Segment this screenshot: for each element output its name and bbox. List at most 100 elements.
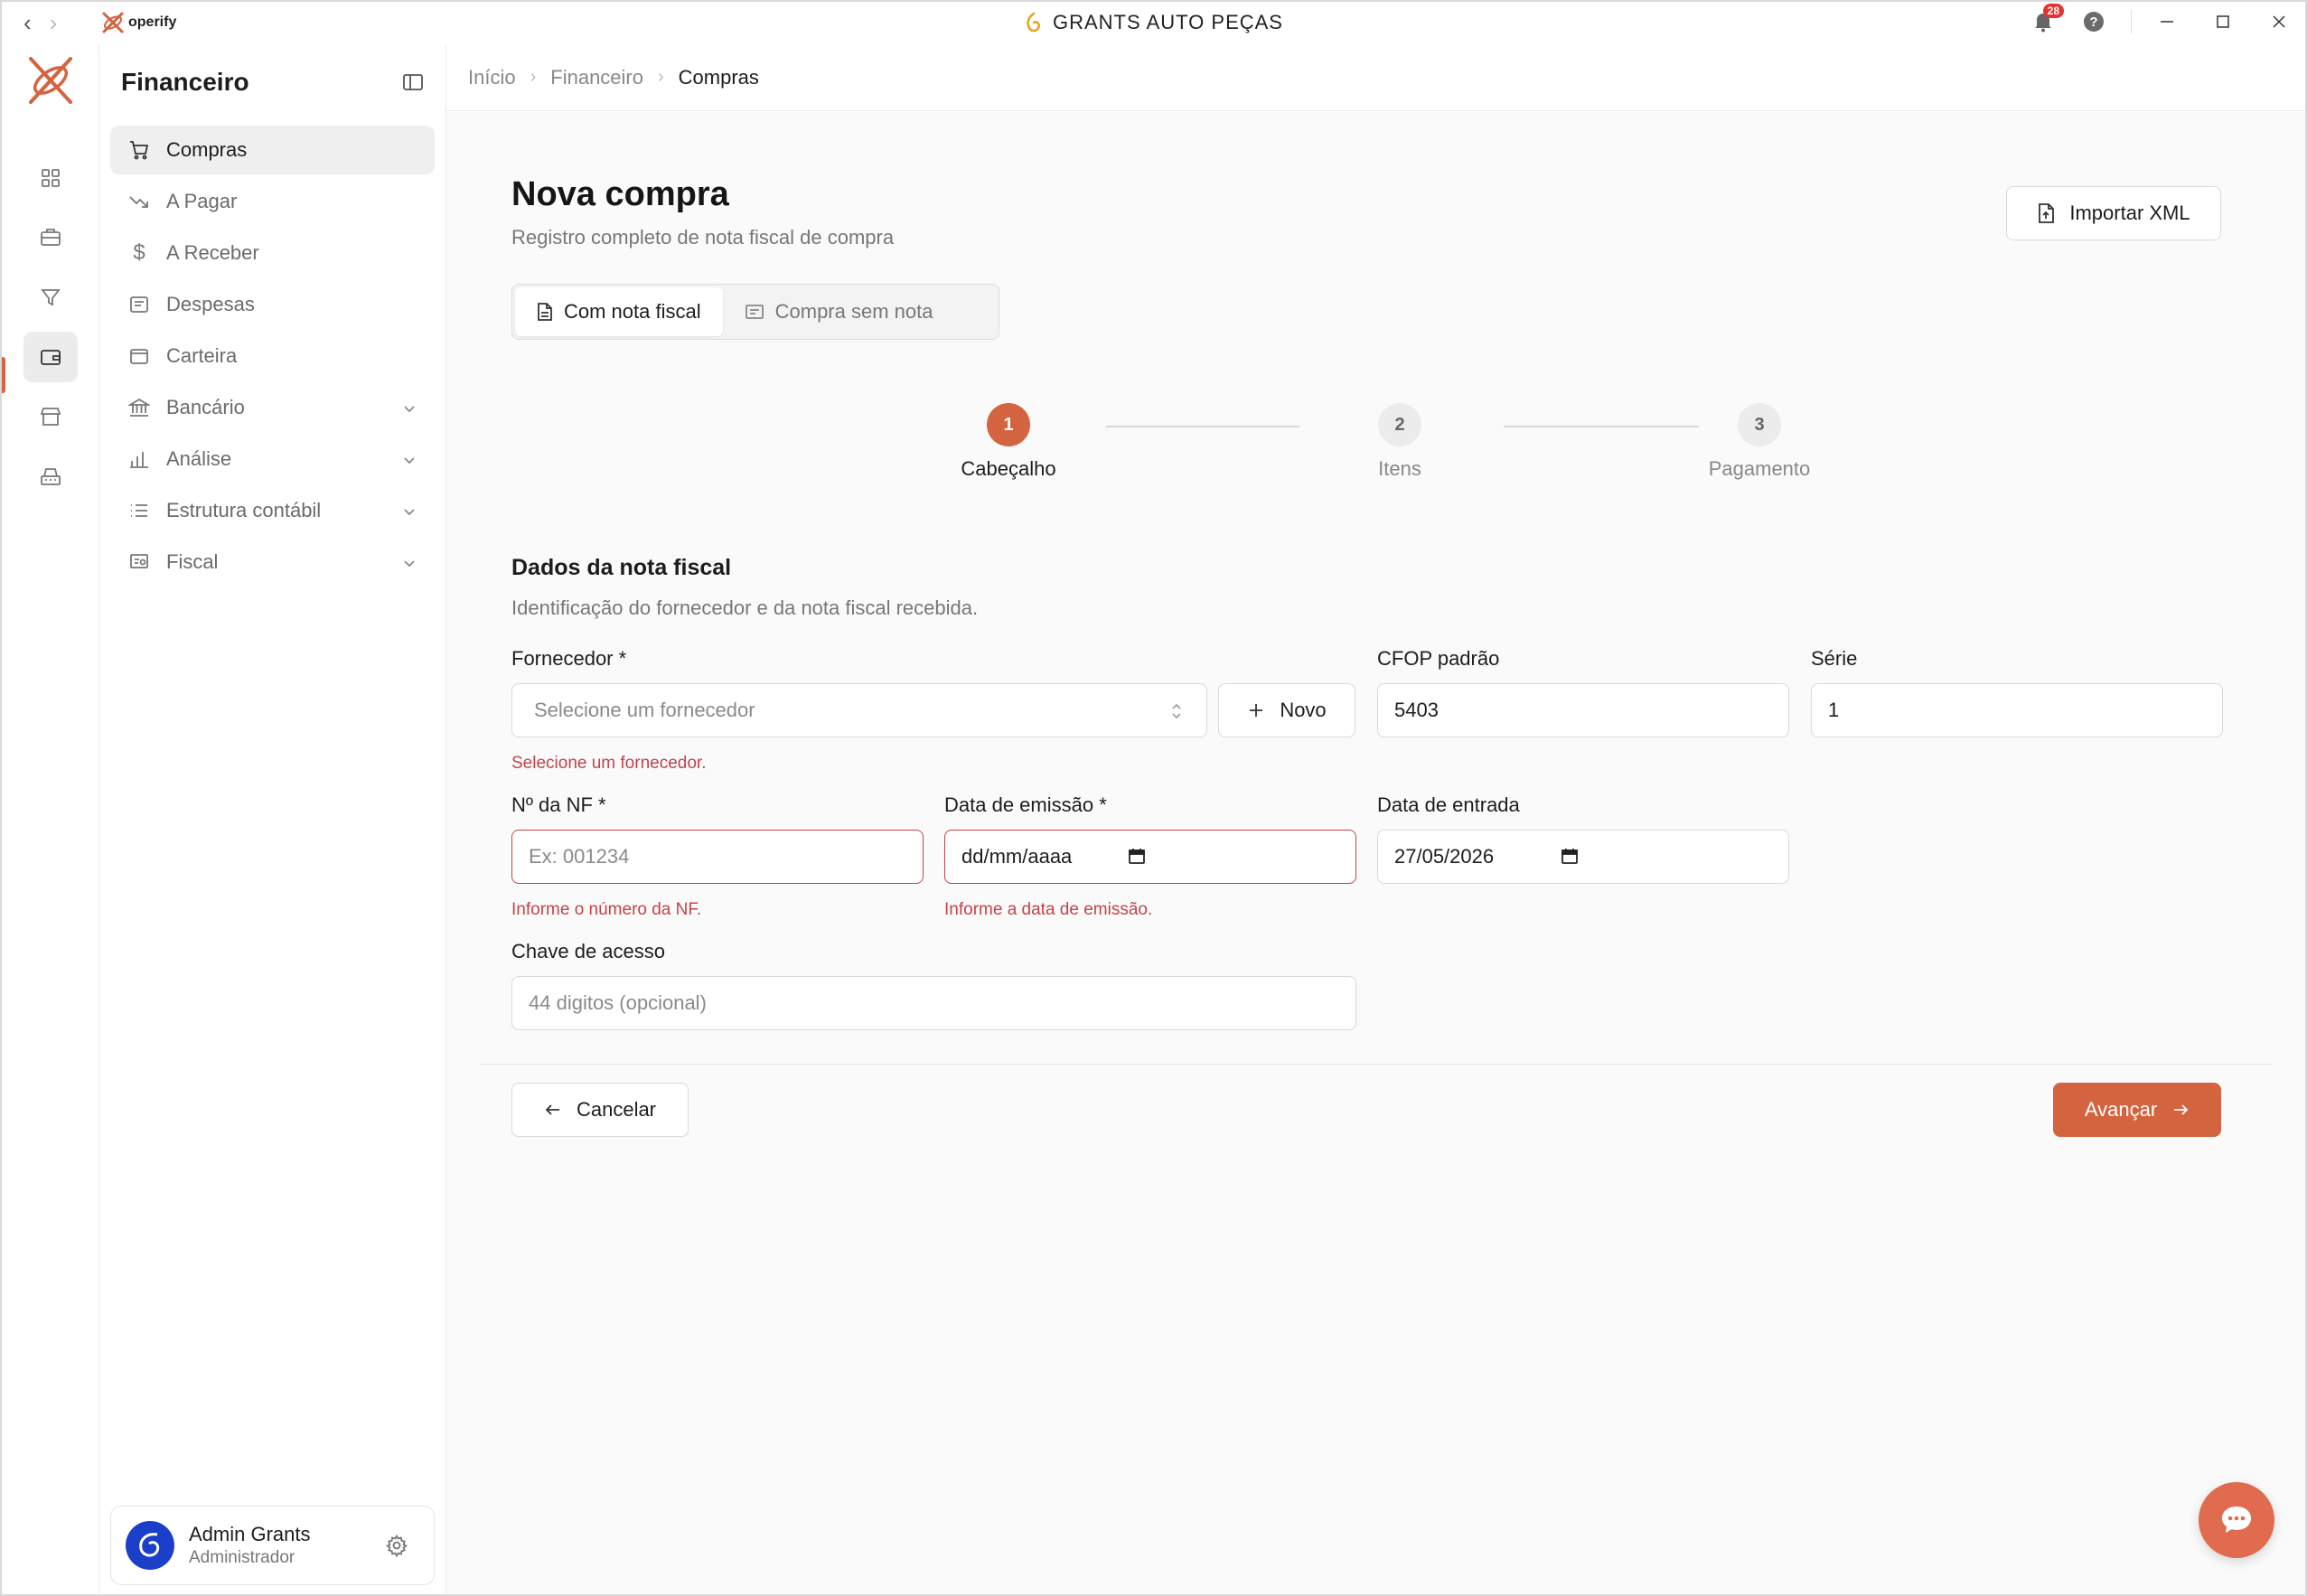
rail-logo[interactable] bbox=[25, 53, 76, 112]
step-label: Pagamento bbox=[1708, 457, 1811, 480]
rail-inventory[interactable] bbox=[23, 211, 78, 262]
nf-number-label: Nº da NF * bbox=[511, 793, 606, 816]
calendar-icon[interactable] bbox=[1561, 847, 1579, 870]
nf-number-input[interactable]: Ex: 001234 bbox=[511, 830, 924, 884]
access-key-placeholder: 44 digitos (opcional) bbox=[529, 991, 707, 1014]
user-info: Admin Grants Administrador bbox=[189, 1523, 311, 1568]
sidebar-item-label: Carteira bbox=[166, 344, 238, 367]
help-icon[interactable]: ? bbox=[2084, 12, 2104, 32]
close-icon[interactable] bbox=[2271, 14, 2287, 30]
step-number: 2 bbox=[1378, 403, 1421, 446]
sidebar-item-despesas[interactable]: Despesas bbox=[110, 280, 435, 329]
issue-date-label: Data de emissão * bbox=[944, 793, 1107, 816]
cfop-label: CFOP padrão bbox=[1377, 647, 1500, 670]
serie-input[interactable]: 1 bbox=[1811, 683, 2223, 737]
chevron-down-icon bbox=[402, 552, 417, 576]
sidebar-item-compras[interactable]: Compras bbox=[110, 126, 435, 174]
sidebar-toggle-icon[interactable] bbox=[402, 72, 424, 92]
filter-icon bbox=[41, 289, 61, 306]
chevron-right-icon: › bbox=[530, 67, 537, 87]
user-card[interactable]: Admin Grants Administrador bbox=[110, 1506, 435, 1585]
sidebar-item-label: Bancário bbox=[166, 396, 245, 418]
chat-button[interactable] bbox=[2199, 1482, 2274, 1558]
company-logo-icon bbox=[1027, 12, 1040, 33]
tab-label: Compra sem nota bbox=[774, 300, 933, 323]
chat-bubble-icon bbox=[2222, 1507, 2251, 1533]
receipt-icon bbox=[128, 294, 150, 315]
breadcrumb-inicio[interactable]: Início bbox=[468, 66, 516, 89]
step-pagamento[interactable]: 3 Pagamento bbox=[1701, 403, 1818, 481]
breadcrumb: Início › Financeiro › Compras bbox=[446, 44, 2305, 111]
sidebar-item-carteira[interactable]: Carteira bbox=[110, 332, 435, 380]
sidebar-item-a-pagar[interactable]: A Pagar bbox=[110, 177, 435, 226]
avatar-logo-icon bbox=[139, 1533, 160, 1557]
tab-compra-sem-nota[interactable]: Compra sem nota bbox=[723, 287, 955, 336]
sidebar-item-bancario[interactable]: Bancário bbox=[110, 383, 435, 432]
issue-date-input[interactable]: dd/mm/aaaa bbox=[944, 830, 1356, 884]
sidebar-header: Financeiro bbox=[121, 64, 424, 100]
import-xml-button[interactable]: Importar XML bbox=[2006, 186, 2221, 240]
supplier-error: Selecione um fornecedor. bbox=[511, 754, 707, 773]
sidebar-item-label: Análise bbox=[166, 447, 232, 470]
minimize-icon[interactable] bbox=[2159, 14, 2175, 30]
step-cabecalho[interactable]: 1 Cabeçalho bbox=[925, 403, 1092, 481]
serie-label: Série bbox=[1811, 647, 1858, 670]
cancel-label: Cancelar bbox=[576, 1098, 657, 1121]
sidebar-item-analise[interactable]: Análise bbox=[110, 435, 435, 483]
rail-dashboard[interactable] bbox=[23, 153, 78, 203]
sidebar-item-label: Estrutura contábil bbox=[166, 499, 322, 521]
dollar-icon: $ bbox=[133, 240, 145, 265]
cfop-value: 5403 bbox=[1394, 699, 1439, 721]
serie-value: 1 bbox=[1828, 699, 1840, 721]
sidebar-item-a-receber[interactable]: $ A Receber bbox=[110, 229, 435, 277]
new-supplier-button[interactable]: Novo bbox=[1218, 683, 1355, 737]
cancel-button[interactable]: Cancelar bbox=[511, 1083, 689, 1137]
sidebar-item-label: A Pagar bbox=[166, 190, 238, 212]
calendar-icon[interactable] bbox=[1128, 847, 1146, 870]
new-supplier-label: Novo bbox=[1280, 699, 1327, 721]
breadcrumb-compras: Compras bbox=[678, 65, 759, 89]
breadcrumb-financeiro[interactable]: Financeiro bbox=[550, 66, 643, 89]
supplier-select[interactable]: Selecione um fornecedor bbox=[511, 683, 1207, 737]
step-itens[interactable]: 2 Itens bbox=[1359, 403, 1440, 481]
rail-pos[interactable] bbox=[23, 451, 78, 502]
rail-store[interactable] bbox=[23, 391, 78, 442]
user-name: Admin Grants bbox=[189, 1523, 311, 1545]
rail-financeiro[interactable] bbox=[23, 332, 78, 382]
fiscal-icon bbox=[128, 551, 150, 573]
gear-icon[interactable] bbox=[385, 1534, 408, 1562]
entry-date-label: Data de entrada bbox=[1377, 793, 1520, 816]
maximize-icon[interactable] bbox=[2215, 14, 2231, 30]
title-bar: ‹ › operify GRANTS AUTO PEÇAS 28 ? bbox=[2, 2, 2305, 44]
rail-filters[interactable] bbox=[23, 272, 78, 323]
bank-icon bbox=[128, 397, 150, 418]
rail-active-marker bbox=[2, 357, 5, 393]
access-key-input[interactable]: 44 digitos (opcional) bbox=[511, 976, 1356, 1030]
nf-number-error: Informe o número da NF. bbox=[511, 900, 702, 919]
notifications-button[interactable]: 28 bbox=[2030, 4, 2064, 36]
sidebar: Financeiro Compras A Pagar $ A Receber D… bbox=[99, 44, 446, 1594]
purchase-type-toggle: Com nota fiscal Compra sem nota bbox=[511, 284, 999, 340]
tab-com-nota-fiscal[interactable]: Com nota fiscal bbox=[515, 287, 723, 336]
step-label: Itens bbox=[1378, 457, 1421, 480]
sidebar-item-fiscal[interactable]: Fiscal bbox=[110, 538, 435, 587]
nf-number-placeholder: Ex: 001234 bbox=[529, 845, 630, 868]
wallet-icon bbox=[128, 345, 150, 367]
entry-date-input[interactable]: 27/05/2026 bbox=[1377, 830, 1789, 884]
next-button[interactable]: Avançar bbox=[2053, 1083, 2221, 1137]
window-controls bbox=[2159, 14, 2287, 30]
arrow-right-icon bbox=[2174, 1104, 2189, 1115]
cfop-input[interactable]: 5403 bbox=[1377, 683, 1789, 737]
chevron-down-icon bbox=[402, 398, 417, 421]
store-icon bbox=[40, 408, 61, 426]
sidebar-menu: Compras A Pagar $ A Receber Despesas Car… bbox=[110, 126, 435, 589]
cart-icon bbox=[128, 139, 150, 161]
main-area: Início › Financeiro › Compras Nova compr… bbox=[446, 44, 2305, 1594]
supplier-label: Fornecedor * bbox=[511, 647, 627, 670]
import-xml-label: Importar XML bbox=[2069, 202, 2190, 224]
avatar bbox=[126, 1521, 174, 1570]
sidebar-item-estrutura-contabil[interactable]: Estrutura contábil bbox=[110, 486, 435, 535]
briefcase-icon bbox=[41, 229, 61, 246]
sidebar-item-label: Despesas bbox=[166, 293, 255, 315]
page-subtitle: Registro completo de nota fiscal de comp… bbox=[511, 226, 895, 249]
